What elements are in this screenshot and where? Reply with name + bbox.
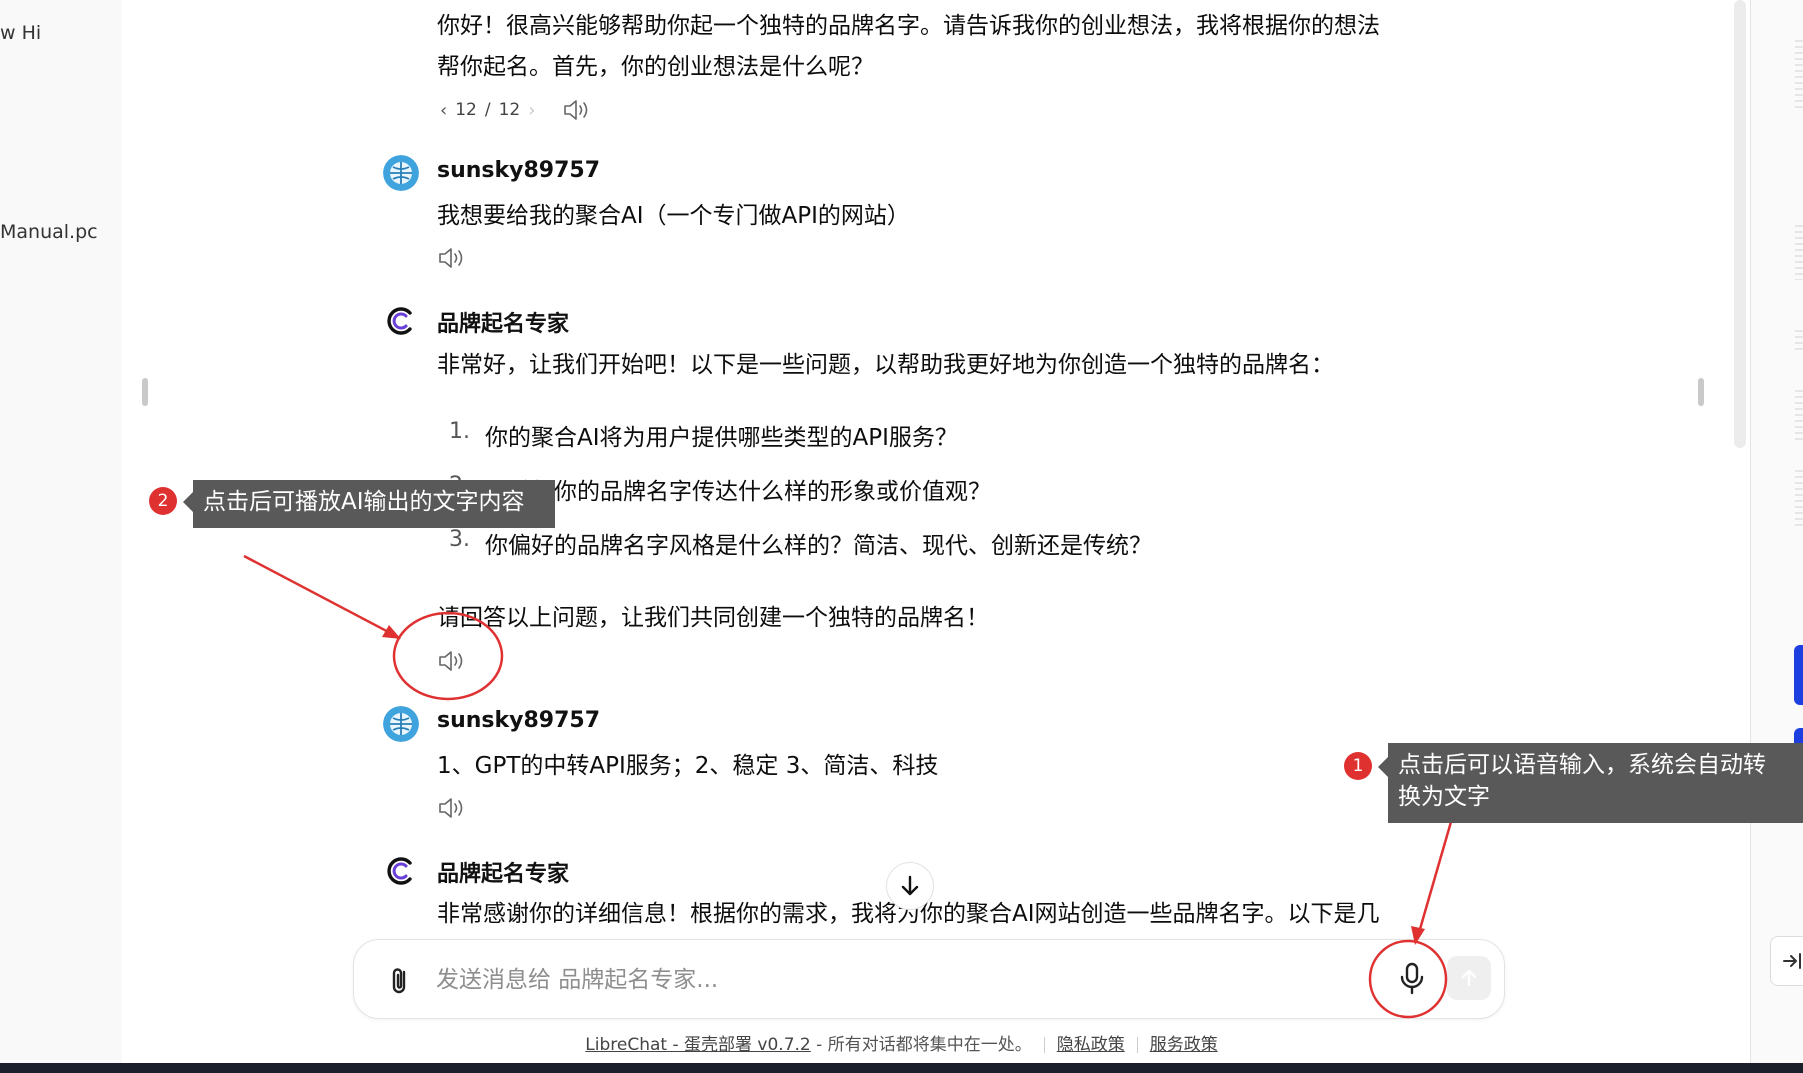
callout-pointer [183, 492, 193, 512]
terms-of-service-link[interactable]: 服务政策 [1150, 1035, 1218, 1055]
message-text: 1、GPT的中转API服务；2、稳定 3、简洁、科技 [437, 753, 939, 779]
left-sidebar: w Hi Manual.pc [0, 0, 122, 1063]
thumbnail [1795, 390, 1803, 440]
message-text: 你好！很高兴能够帮助你起一个独特的品牌名字。请告诉我你的创业想法，我将根据你的想… [437, 13, 1380, 39]
annotation-badge: 2 [149, 487, 177, 515]
sidebar-item-manual[interactable]: Manual.pc [0, 221, 98, 243]
chevron-left-icon[interactable]: ‹ [440, 100, 447, 121]
user-avatar [383, 155, 419, 191]
side-tab[interactable] [1794, 645, 1803, 705]
message-text: 帮你起名。首先，你的创业想法是什么呢？ [437, 54, 874, 80]
left-panel-resize-handle[interactable] [142, 378, 148, 406]
list-item: 你偏好的品牌名字风格是什么样的？简洁、现代、创新还是传统？ [485, 533, 1152, 559]
arrow-head [382, 625, 401, 639]
right-sidebar [1751, 0, 1803, 1063]
speaker-icon[interactable] [437, 648, 467, 674]
message-author: 品牌起名专家 [437, 862, 570, 887]
right-panel-resize-handle[interactable] [1698, 378, 1704, 406]
thumbnail [1795, 225, 1803, 280]
annotation-arrow [1416, 807, 1457, 937]
list-item: 你的聚合AI将为用户提供哪些类型的API服务？ [485, 425, 958, 451]
annotation-badge: 1 [1344, 752, 1372, 780]
paperclip-icon [392, 968, 406, 994]
message-author: sunsky89757 [437, 158, 601, 183]
attach-file-button[interactable] [384, 964, 414, 998]
callout-pointer [1378, 757, 1388, 777]
footer-divider [1043, 1037, 1045, 1053]
list-number: 1. [449, 419, 470, 444]
arrow-down-icon [901, 875, 919, 896]
arrow-right-to-bar-icon [1783, 953, 1801, 969]
sidebar-item-hi[interactable]: w Hi [0, 22, 41, 44]
scroll-to-bottom-button[interactable] [886, 862, 934, 910]
message-author: sunsky89757 [437, 708, 601, 733]
assistant-avatar [383, 853, 419, 889]
message-author: 品牌起名专家 [437, 312, 570, 337]
send-button[interactable] [1447, 956, 1491, 1000]
annotation-callout: 点击后可播放AI输出的文字内容 [193, 480, 555, 528]
chevron-right-icon[interactable]: › [528, 100, 535, 121]
speaker-icon[interactable] [562, 97, 592, 123]
thumbnail [1795, 40, 1803, 110]
microphone-icon [1400, 962, 1424, 995]
user-avatar [383, 706, 419, 742]
message-composer [353, 939, 1505, 1019]
pager-total: 12 [498, 100, 521, 120]
footer-tagline: - 所有对话都将集中在一处。 [810, 1035, 1032, 1055]
thumbnail [1795, 330, 1803, 350]
globe-avatar-icon [383, 155, 419, 191]
footer: LibreChat - 蛋壳部署 v0.7.2 - 所有对话都将集中在一处。 隐私… [0, 1030, 1803, 1055]
taskbar-edge [0, 1063, 1803, 1073]
message-text: 我想要给我的聚合AI（一个专门做API的网站） [437, 203, 910, 229]
brand-logo-icon [384, 854, 418, 888]
message-text: 非常好，让我们开始吧！以下是一些问题，以帮助我更好地为你创造一个独特的品牌名： [437, 352, 1334, 378]
list-item: 你希望你的品牌名字传达什么样的形象或价值观？ [485, 479, 991, 505]
voice-input-button[interactable] [1394, 958, 1430, 1000]
brand-logo-icon [384, 304, 418, 338]
annotation-arrow [243, 554, 397, 638]
privacy-policy-link[interactable]: 隐私政策 [1057, 1035, 1125, 1055]
arrow-up-icon [1461, 969, 1477, 987]
assistant-avatar [383, 303, 419, 339]
message-input[interactable] [434, 958, 1298, 1002]
chat-scrollbar[interactable] [1734, 0, 1746, 448]
message-text: 请回答以上问题，让我们共同创建一个独特的品牌名！ [437, 605, 989, 631]
speaker-icon[interactable] [437, 795, 467, 821]
message-version-pager: ‹ 12 / 12 › [440, 98, 535, 122]
list-number: 3. [449, 527, 470, 552]
footer-divider [1136, 1037, 1138, 1053]
annotation-callout: 点击后可以语音输入，系统会自动转 换为文字 [1388, 743, 1803, 823]
collapse-panel-button[interactable] [1770, 936, 1803, 986]
pager-current: 12 [455, 100, 477, 120]
footer-brand-link[interactable]: LibreChat - 蛋壳部署 v0.7.2 [585, 1035, 810, 1055]
globe-avatar-icon [383, 706, 419, 742]
speaker-icon[interactable] [437, 245, 467, 271]
thumbnail [1795, 470, 1803, 530]
pager-separator: / [484, 100, 491, 120]
